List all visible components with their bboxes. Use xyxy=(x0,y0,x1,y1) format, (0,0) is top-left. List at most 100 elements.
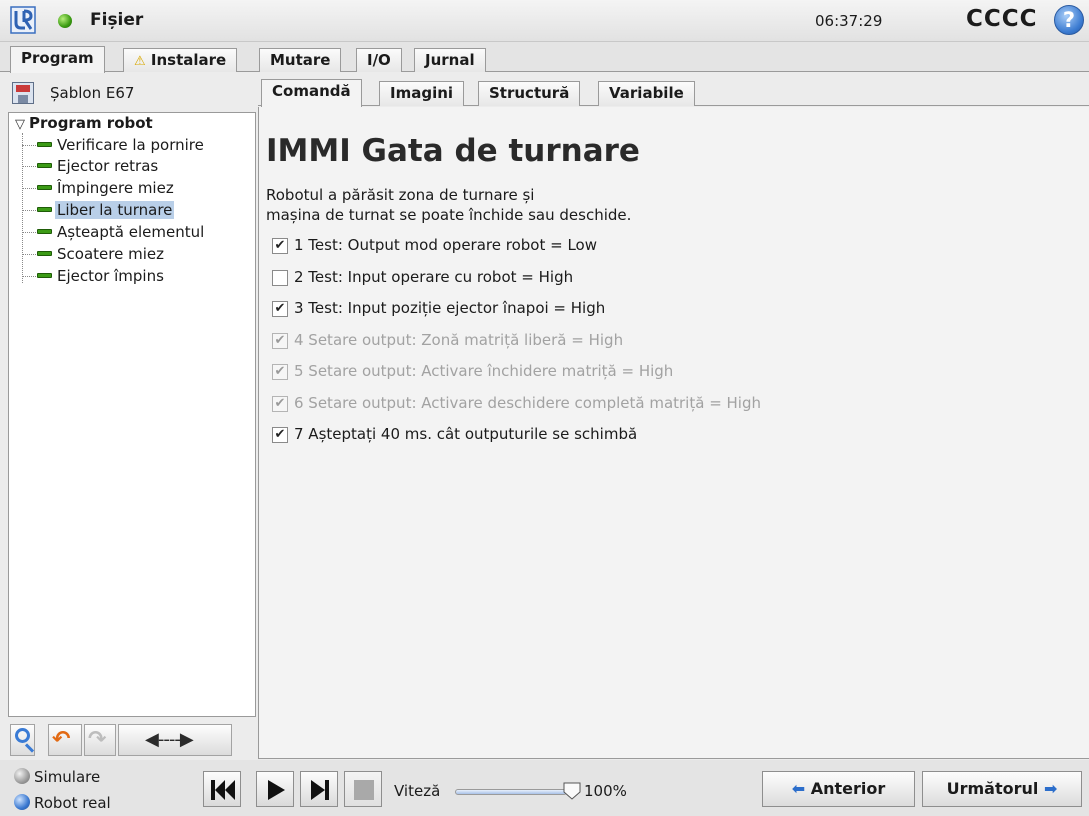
tab-variables-label: Variabile xyxy=(609,84,684,102)
node-icon xyxy=(37,207,52,212)
ur-logo-icon xyxy=(10,6,36,34)
node-icon xyxy=(37,185,52,190)
move-node-button[interactable]: ◀----▶ xyxy=(118,724,232,756)
next-label: Următorul xyxy=(946,779,1039,798)
check-row-label: 6 Setare output: Activare deschidere com… xyxy=(294,393,761,412)
warning-triangle-icon: ⚠ xyxy=(134,54,146,69)
node-icon xyxy=(37,273,52,278)
green-status-icon xyxy=(58,14,72,28)
help-icon[interactable]: ? xyxy=(1054,5,1084,35)
tab-program-label: Program xyxy=(21,49,94,67)
play-icon xyxy=(268,780,285,800)
tab-command-label: Comandă xyxy=(272,82,351,100)
tab-installation[interactable]: ⚠ Instalare xyxy=(123,48,238,72)
tab-structure-label: Structură xyxy=(489,84,570,102)
check-row-label: 3 Test: Input poziție ejector înapoi = H… xyxy=(294,299,606,317)
previous-button[interactable]: ⬅ Anterior xyxy=(762,771,915,807)
bottom-bar: Simulare Robot real Viteză 100% ⬅ Anteri… xyxy=(0,760,1089,816)
tree-item-selected[interactable]: Liber la turnare xyxy=(22,200,247,221)
tab-io-label: I/O xyxy=(367,51,391,69)
tab-images-label: Imagini xyxy=(390,84,454,102)
expand-triangle-icon[interactable]: ▽ xyxy=(15,117,25,132)
checkbox[interactable]: ✔ xyxy=(272,301,288,317)
redo-button[interactable]: ↷ xyxy=(84,724,116,756)
tree-item-label: Liber la turnare xyxy=(55,201,175,219)
tree-item[interactable]: Împingere miez xyxy=(22,178,247,199)
top-bar: Fișier 06:37:29 CCCC ? xyxy=(0,0,1089,42)
undo-icon: ↶ xyxy=(52,727,71,752)
checkbox[interactable]: ✔ xyxy=(272,427,288,443)
robot-name: CCCC xyxy=(966,6,1038,32)
tab-structure[interactable]: Structură xyxy=(478,81,581,106)
checkbox: ✔ xyxy=(272,332,288,349)
check-row-label: 7 Așteptați 40 ms. cât outputurile se sc… xyxy=(294,425,638,443)
tab-variables[interactable]: Variabile xyxy=(598,81,695,106)
play-button[interactable] xyxy=(256,771,294,807)
real-robot-radio-icon[interactable] xyxy=(14,794,30,810)
node-icon xyxy=(37,142,52,147)
check-row-label: 4 Setare output: Zonă matriță liberă = H… xyxy=(294,330,624,349)
tree-item-label: Împingere miez xyxy=(57,179,174,197)
skip-start-icon xyxy=(211,780,235,800)
tree-item[interactable]: Verificare la pornire xyxy=(22,135,247,156)
checkbox[interactable] xyxy=(272,269,288,286)
speed-slider[interactable] xyxy=(455,789,567,795)
step-icon xyxy=(311,780,329,800)
slider-thumb-icon[interactable] xyxy=(563,782,581,800)
undo-button[interactable]: ↶ xyxy=(48,724,82,756)
tab-images[interactable]: Imagini xyxy=(379,81,465,106)
tab-log-label: Jurnal xyxy=(425,51,475,69)
speed-label: Viteză xyxy=(394,782,441,800)
tree-root-label: Program robot xyxy=(29,114,153,132)
checkbox: ✔ xyxy=(272,395,288,412)
tree-item[interactable]: Ejector împins xyxy=(22,266,247,287)
tab-command[interactable]: Comandă xyxy=(261,79,362,107)
search-icon xyxy=(15,728,30,743)
tree-item-label: Scoatere miez xyxy=(57,245,164,263)
tree-item[interactable]: Așteaptă elementul xyxy=(22,222,247,243)
page-title: IMMI Gata de turnare xyxy=(266,133,640,169)
simulation-label[interactable]: Simulare xyxy=(34,768,100,786)
tab-installation-label: Instalare xyxy=(150,51,227,69)
program-tree: ▽ Program robot Verificare la pornire Eje… xyxy=(8,112,256,717)
checkbox: ✔ xyxy=(272,364,288,380)
tree-item-label: Ejector împins xyxy=(57,267,164,285)
tree-toolbar: ↶ ↷ ◀----▶ xyxy=(8,721,256,759)
command-panel: IMMI Gata de turnare Robotul a părăsit z… xyxy=(258,107,1089,759)
tab-move-label: Mutare xyxy=(270,51,331,69)
step-button[interactable] xyxy=(300,771,338,807)
tab-program[interactable]: Program xyxy=(10,46,105,73)
move-arrow-icon: ◀----▶ xyxy=(145,729,194,750)
check-row-label: 1 Test: Output mod operare robot = Low xyxy=(294,236,597,254)
node-icon xyxy=(37,251,52,256)
arrow-right-icon: ➡ xyxy=(1043,779,1058,798)
tree-item[interactable]: Scoatere miez xyxy=(22,244,247,265)
main-tabs: Program ⚠ Instalare Mutare I/O Jurnal xyxy=(0,42,1089,73)
floppy-icon[interactable] xyxy=(12,82,34,104)
rewind-button[interactable] xyxy=(203,771,241,807)
check-row-label: 5 Setare output: Activare închidere matr… xyxy=(294,362,674,380)
tree-item[interactable]: Ejector retras xyxy=(22,156,247,177)
search-button[interactable] xyxy=(10,724,35,756)
tab-move[interactable]: Mutare xyxy=(259,48,342,72)
previous-label: Anterior xyxy=(810,779,886,798)
simulation-radio-icon[interactable] xyxy=(14,768,30,784)
tree-item-label: Verificare la pornire xyxy=(57,136,204,154)
redo-icon: ↷ xyxy=(88,727,107,752)
tab-io[interactable]: I/O xyxy=(356,48,402,72)
file-menu[interactable]: Fișier xyxy=(90,10,143,30)
real-robot-label[interactable]: Robot real xyxy=(34,794,111,812)
node-icon xyxy=(37,163,52,168)
tree-root[interactable]: ▽ Program robot xyxy=(15,114,153,132)
tab-log[interactable]: Jurnal xyxy=(414,48,486,72)
clock: 06:37:29 xyxy=(815,12,883,30)
program-file-name: Șablon E67 xyxy=(50,84,135,102)
next-button[interactable]: Următorul ➡ xyxy=(922,771,1082,807)
checkbox[interactable]: ✔ xyxy=(272,238,288,254)
check-row-label: 2 Test: Input operare cu robot = High xyxy=(294,267,574,286)
description: Robotul a părăsit zona de turnare și maș… xyxy=(266,185,631,225)
description-line: mașina de turnat se poate închide sau de… xyxy=(266,206,632,224)
stop-button[interactable] xyxy=(344,771,382,807)
speed-value: 100% xyxy=(584,782,627,800)
command-tabs: Comandă Imagini Structură Variabile xyxy=(258,79,1089,107)
